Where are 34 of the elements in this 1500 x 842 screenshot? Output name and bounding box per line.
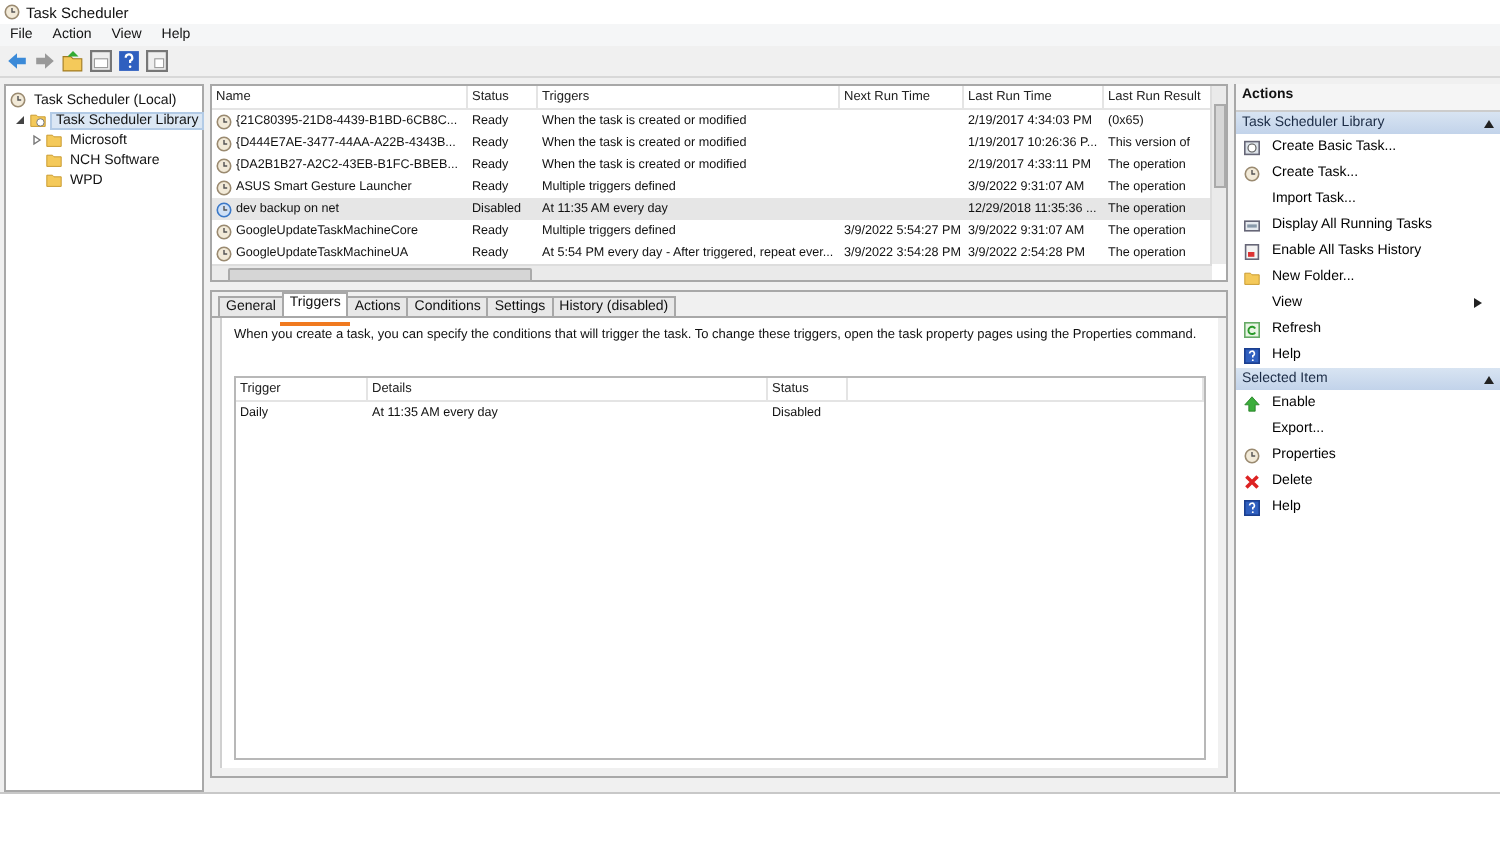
clock-icon [216,223,232,239]
delete-icon [1244,473,1260,489]
clock-folder-icon [30,112,46,128]
task-list-icon [1244,217,1260,233]
back-arrow-icon[interactable] [6,50,28,72]
up-arrow-icon [1244,395,1260,411]
clock-icon [216,113,232,129]
collapse-arrow-icon[interactable] [14,114,26,126]
vertical-scrollbar[interactable] [1210,86,1226,264]
folder-icon [1244,269,1260,285]
clock-icon [10,92,26,108]
forward-arrow-icon[interactable] [34,50,56,72]
wizard-icon [1244,139,1260,155]
pane-icon[interactable] [146,50,168,72]
help-icon [1244,347,1260,363]
help-icon [1244,499,1260,515]
clock-icon [216,135,232,151]
clock-icon [1244,165,1260,181]
clock-icon [4,4,20,20]
clock-icon [216,157,232,173]
expand-arrow-icon[interactable] [30,134,42,146]
tab-underline [279,322,351,326]
clock-icon [1244,447,1260,463]
collapse-arrow-icon[interactable] [1484,119,1494,127]
help-icon[interactable] [118,50,140,72]
clock-icon [216,179,232,195]
clock-icon [216,201,232,217]
collapse-arrow-icon[interactable] [1484,375,1494,383]
pane-icon[interactable] [90,50,112,72]
clock-icon [216,245,232,261]
history-icon [1244,243,1260,259]
refresh-icon [1244,321,1260,337]
folder-up-icon[interactable] [62,50,84,72]
horizontal-scrollbar[interactable] [212,264,1212,280]
